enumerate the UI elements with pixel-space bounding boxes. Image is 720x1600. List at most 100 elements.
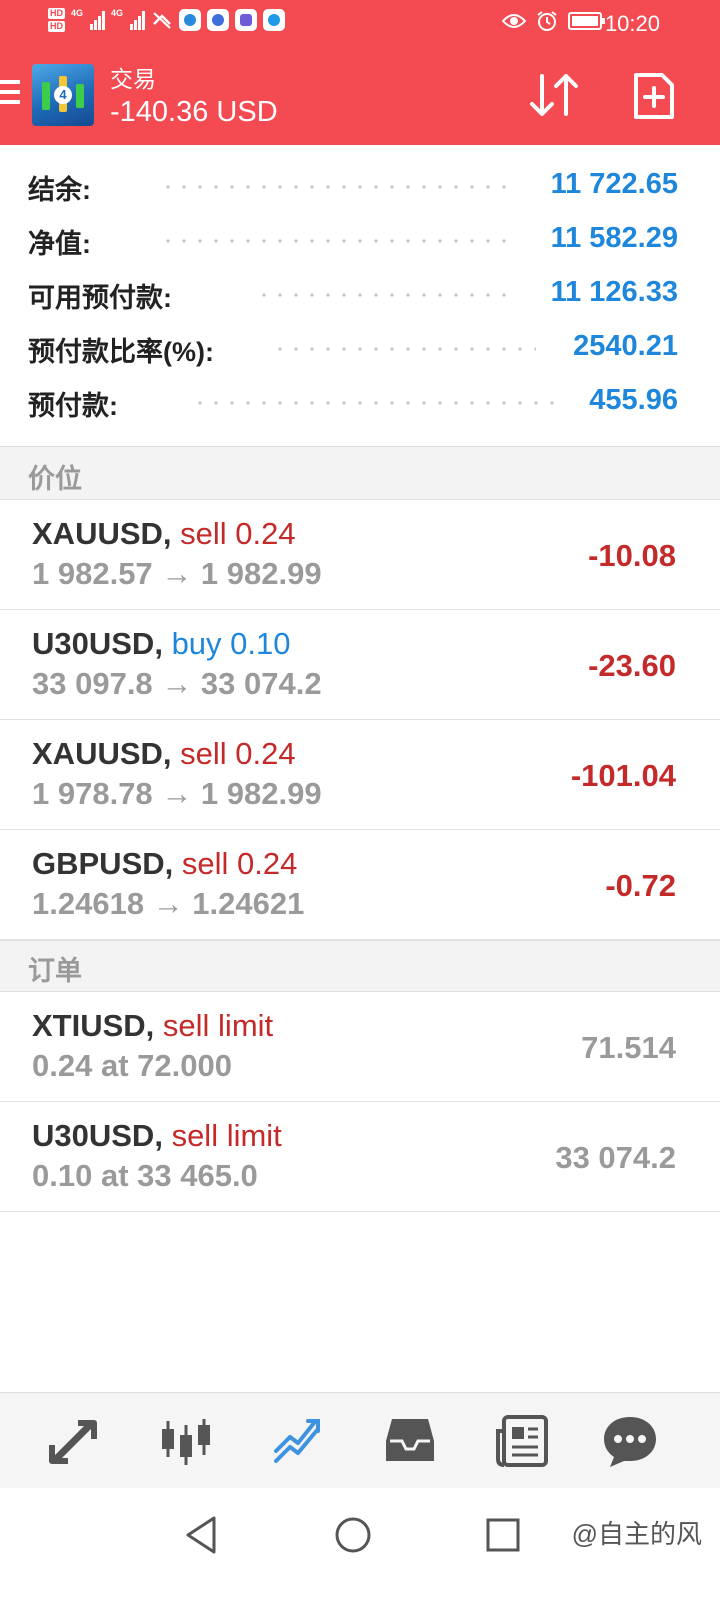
network-type: 4G (71, 8, 84, 18)
section-label: 订单 (28, 956, 82, 986)
dot-leader (256, 292, 512, 298)
summary-value: 11 126.33 (550, 276, 678, 308)
dot-leader (272, 346, 536, 352)
summary-value: 11 582.29 (550, 222, 678, 254)
order-symbol: U30USD, (32, 1118, 163, 1153)
summary-label: 净值: (28, 222, 97, 261)
order-current-price: 71.514 (581, 1030, 676, 1065)
position-title: GBPUSD, sell 0.24 (32, 846, 297, 882)
position-title: U30USD, buy 0.10 (32, 626, 291, 662)
position-symbol: XAUUSD, (32, 736, 172, 771)
hd-badge: HD (48, 21, 65, 32)
hd-badges: HD HD (48, 8, 65, 32)
nav-news[interactable] (492, 1411, 552, 1471)
order-detail: 0.24 at 72.000 (32, 1048, 232, 1083)
menu-button[interactable] (0, 80, 22, 110)
position-action: buy 0.10 (171, 626, 291, 661)
summary-label: 结余: (28, 168, 97, 207)
back-triangle-icon (186, 1516, 216, 1554)
no-sim-icon (153, 12, 171, 29)
mt4-logo: 4 (32, 64, 94, 126)
eye-icon (502, 14, 526, 28)
signal-icon (90, 10, 106, 30)
position-symbol: GBPUSD, (32, 846, 174, 881)
app-header: HD HD 4G 4G 10:20 4 交易 -140.36 USD (0, 0, 720, 145)
position-prices: 1 982.57 → 1 982.99 (32, 556, 322, 591)
signal-icon (130, 10, 146, 30)
trade-trend-icon (274, 1419, 320, 1463)
quotes-arrows-icon (49, 1420, 97, 1464)
sort-arrows-icon (530, 74, 578, 116)
position-row[interactable]: XAUUSD, sell 0.24 1 982.57 → 1 982.99 -1… (0, 500, 720, 610)
notification-app-icon (207, 9, 230, 31)
bottom-navigation (0, 1392, 720, 1488)
summary-row-margin: 预付款: 455.96 (0, 376, 720, 430)
summary-label: 可用预付款: (28, 276, 178, 315)
candlestick-icon (162, 1419, 210, 1465)
new-order-button[interactable] (632, 72, 676, 120)
nav-chart[interactable] (156, 1411, 216, 1471)
chat-bubble-icon (604, 1417, 656, 1467)
summary-value: 11 722.65 (550, 168, 678, 200)
position-row[interactable]: GBPUSD, sell 0.24 1.24618 → 1.24621 -0.7… (0, 830, 720, 940)
inbox-tray-icon (386, 1419, 434, 1461)
back-button[interactable] (178, 1510, 228, 1560)
order-type: sell limit (162, 1008, 274, 1043)
nav-chat[interactable] (600, 1411, 660, 1471)
position-profit: -0.72 (605, 868, 676, 903)
summary-value: 2540.21 (573, 330, 678, 362)
order-row[interactable]: U30USD, sell limit 0.10 at 33 465.0 33 0… (0, 1102, 720, 1212)
position-prices: 1.24618 → 1.24621 (32, 886, 305, 921)
position-action: sell 0.24 (181, 846, 298, 881)
position-title: XAUUSD, sell 0.24 (32, 736, 296, 772)
order-current-price: 33 074.2 (555, 1140, 676, 1175)
orders-section-header: 订单 (0, 940, 720, 992)
order-row[interactable]: XTIUSD, sell limit 0.24 at 72.000 71.514 (0, 992, 720, 1102)
position-symbol: U30USD, (32, 626, 163, 661)
order-title: U30USD, sell limit (32, 1118, 282, 1154)
order-type: sell limit (171, 1118, 282, 1153)
status-left: HD HD 4G 4G (48, 8, 286, 32)
order-detail: 0.10 at 33 465.0 (32, 1158, 258, 1193)
system-navigation-bar: @自主的风 (0, 1488, 720, 1600)
watermark: @自主的风 (571, 1519, 702, 1549)
position-title: XAUUSD, sell 0.24 (32, 516, 296, 552)
position-action: sell 0.24 (180, 736, 296, 771)
positions-section-header: 价位 (0, 446, 720, 500)
hd-badge: HD (48, 8, 65, 19)
position-prices: 33 097.8 → 33 074.2 (32, 666, 322, 701)
total-profit: -140.36 USD (110, 96, 278, 128)
home-button[interactable] (328, 1510, 378, 1560)
summary-row-margin-level: 预付款比率(%): 2540.21 (0, 322, 720, 376)
alarm-icon (537, 11, 557, 31)
summary-label: 预付款比率(%): (28, 330, 220, 369)
nav-history[interactable] (380, 1411, 440, 1471)
summary-row-free-margin: 可用预付款: 11 126.33 (0, 268, 720, 322)
browser-app-icon (263, 9, 286, 31)
nav-quotes[interactable] (44, 1411, 104, 1471)
dot-leader (160, 238, 512, 244)
position-symbol: XAUUSD, (32, 516, 172, 551)
dot-leader (160, 184, 512, 190)
summary-label: 预付款: (28, 384, 124, 423)
summary-row-equity: 净值: 11 582.29 (0, 214, 720, 268)
position-row[interactable]: XAUUSD, sell 0.24 1 978.78 → 1 982.99 -1… (0, 720, 720, 830)
new-document-icon (634, 73, 674, 119)
music-app-icon (235, 9, 258, 31)
clock: 10:20 (604, 11, 660, 36)
order-title: XTIUSD, sell limit (32, 1008, 273, 1044)
home-circle-icon (335, 1517, 371, 1553)
summary-row-balance: 结余: 11 722.65 (0, 160, 720, 214)
notification-app-icon (179, 9, 202, 31)
position-action: sell 0.24 (180, 516, 296, 551)
newspaper-icon (496, 1415, 548, 1467)
position-profit: -10.08 (588, 538, 676, 573)
nav-trade[interactable] (268, 1411, 328, 1471)
position-prices: 1 978.78 → 1 982.99 (32, 776, 322, 811)
position-row[interactable]: U30USD, buy 0.10 33 097.8 → 33 074.2 -23… (0, 610, 720, 720)
section-label: 价位 (28, 464, 82, 494)
account-summary: 结余: 11 722.65 净值: 11 582.29 可用预付款: 11 12… (0, 160, 720, 430)
recents-button[interactable] (478, 1510, 528, 1560)
sort-button[interactable] (528, 72, 580, 118)
logo-number: 4 (54, 86, 72, 104)
